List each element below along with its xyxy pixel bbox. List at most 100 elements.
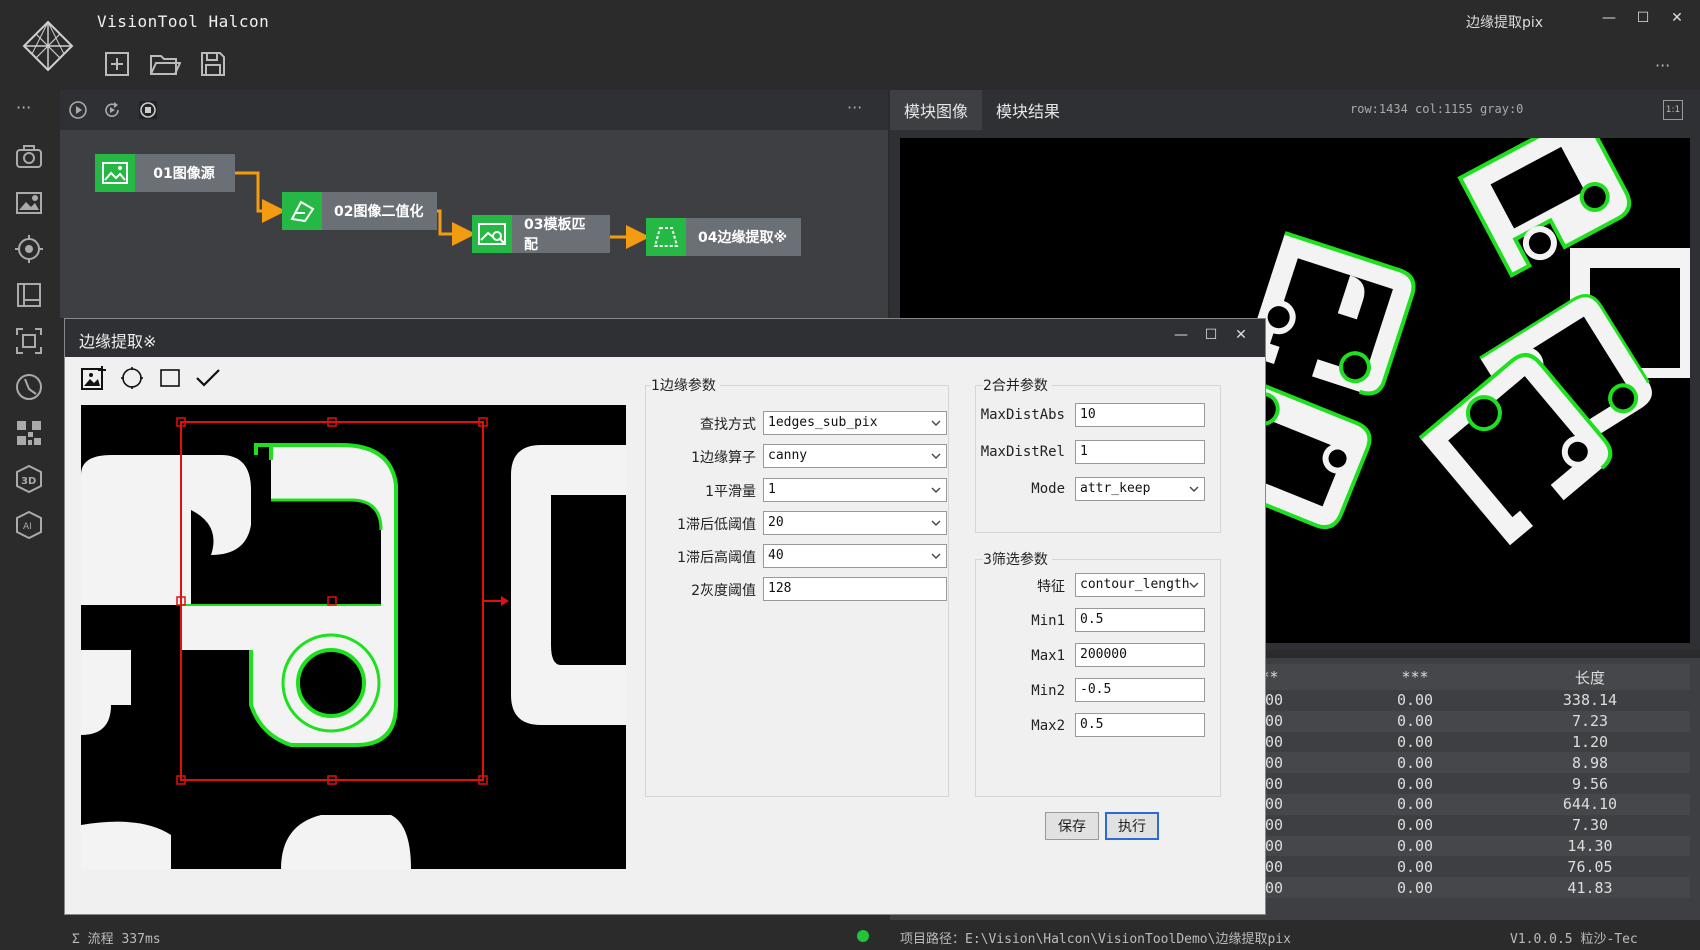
svg-text:AI: AI	[23, 522, 32, 532]
select-value: 40	[768, 548, 784, 563]
title-bar: VisionTool Halcon 边缘提取pix — ☐ ✕ ···	[0, 0, 1700, 90]
field-label: 查找方式	[700, 417, 756, 433]
select-value: contour_length	[1080, 577, 1190, 592]
table-cell: 0.00	[1396, 774, 1434, 793]
table-cell: 0.00	[1396, 857, 1434, 876]
table-cell: 76.05	[1567, 857, 1613, 876]
select-value: attr_keep	[1080, 481, 1151, 496]
dialog-image-canvas	[81, 405, 626, 869]
compass-icon	[16, 374, 42, 400]
column-header[interactable]: ***	[1340, 664, 1490, 690]
table-cell: 644.10	[1490, 793, 1690, 815]
maximize-button[interactable]: ☐	[1634, 10, 1652, 26]
dialog-minimize-button[interactable]: —	[1173, 327, 1189, 343]
max2-input[interactable]: 0.5	[1075, 713, 1205, 737]
max1-input[interactable]: 200000	[1075, 643, 1205, 667]
feature-select[interactable]: contour_length	[1075, 573, 1205, 597]
dialog-window-controls: — ☐ ✕	[1173, 327, 1249, 343]
max-dist-rel-input[interactable]: 1	[1075, 440, 1205, 464]
sidebar-camera[interactable]	[12, 140, 46, 174]
fit-1-1-button[interactable]: 1:1	[1663, 100, 1683, 120]
confirm-roi-button[interactable]	[193, 363, 223, 393]
table-cell: 8.98	[1490, 752, 1690, 774]
table-cell: 0.00	[1340, 710, 1490, 732]
tool-sidebar: ··· 3D AI	[0, 90, 58, 920]
edge-operator-select[interactable]: canny	[763, 444, 947, 468]
column-header[interactable]: 长度	[1490, 664, 1690, 690]
run-button[interactable]: 执行	[1105, 812, 1159, 840]
max-dist-abs-input[interactable]: 10	[1075, 403, 1205, 427]
field-label: 1滞后低阈值	[677, 517, 756, 533]
minimize-button[interactable]: —	[1600, 10, 1618, 26]
file-toolbar	[100, 48, 230, 80]
camera-icon	[16, 145, 42, 168]
flow-edge-1	[234, 171, 286, 223]
edge-extract-dialog: 边缘提取※ — ☐ ✕ 1边缘参数 查找方式 1edges_sub_pix 1边…	[64, 318, 1266, 915]
dialog-title-bar[interactable]: 边缘提取※ — ☐ ✕	[65, 319, 1265, 357]
smoothing-select[interactable]: 1	[763, 478, 947, 502]
flow-node-template-match[interactable]: 03模板匹配	[472, 215, 610, 253]
edge-params-title: 1边缘参数	[651, 375, 720, 395]
sidebar-ruler[interactable]	[12, 278, 46, 312]
dialog-maximize-button[interactable]: ☐	[1203, 327, 1219, 343]
min1-input[interactable]: 0.5	[1075, 608, 1205, 632]
flow-node-label: 02图像二值化	[334, 204, 424, 220]
ruler-icon	[17, 283, 41, 307]
circle-roi-icon	[121, 367, 143, 389]
flow-time: Σ 流程 337ms	[72, 932, 161, 947]
flow-connectors	[234, 171, 650, 249]
title-more-button[interactable]: ···	[1655, 56, 1670, 75]
3d-icon: 3D	[16, 464, 42, 494]
chevron-down-icon	[1189, 582, 1199, 588]
gray-threshold-input[interactable]: 128	[763, 577, 947, 601]
new-file-button[interactable]	[100, 48, 134, 80]
field-label: MaxDistRel	[980, 444, 1065, 460]
sidebar-3d[interactable]: 3D	[12, 462, 46, 496]
status-indicator	[857, 930, 869, 942]
flow-node-image-source[interactable]: 01图像源	[95, 154, 235, 192]
rectangle-roi-button[interactable]	[155, 363, 185, 393]
dialog-image-view[interactable]	[81, 405, 626, 869]
table-cell: 0.00	[1340, 752, 1490, 774]
high-threshold-select[interactable]: 40	[763, 544, 947, 568]
tab-module-result[interactable]: 模块结果	[982, 90, 1074, 130]
frame-select-icon	[16, 328, 42, 354]
sidebar-more-button[interactable]: ···	[16, 98, 31, 117]
sidebar-image-settings[interactable]	[12, 186, 46, 220]
dialog-close-button[interactable]: ✕	[1233, 327, 1249, 343]
sidebar-ai[interactable]: AI	[12, 508, 46, 542]
min2-input[interactable]: -0.5	[1075, 678, 1205, 702]
circle-roi-button[interactable]	[117, 363, 147, 393]
table-cell: 0.00	[1396, 691, 1434, 710]
sidebar-qr-code[interactable]	[12, 416, 46, 450]
mode-select[interactable]: attr_keep	[1075, 477, 1205, 501]
image-settings-icon	[16, 192, 42, 214]
field-label: Min2	[1031, 683, 1065, 699]
select-value: 1edges_sub_pix	[768, 415, 878, 430]
sidebar-frame-select[interactable]	[12, 324, 46, 358]
sidebar-target[interactable]	[12, 232, 46, 266]
table-cell: 338.14	[1562, 691, 1618, 710]
load-image-button[interactable]	[79, 363, 109, 393]
low-threshold-select[interactable]: 20	[763, 511, 947, 535]
flow-node-binarize[interactable]: 02图像二值化	[282, 192, 438, 230]
save-file-button[interactable]	[196, 48, 230, 80]
table-cell: 0.00	[1396, 816, 1434, 835]
status-bar: Σ 流程 337ms 项目路径：E:\Vision\Halcon\VisionT…	[60, 922, 1700, 950]
search-mode-select[interactable]: 1edges_sub_pix	[763, 411, 947, 435]
open-folder-button[interactable]	[148, 48, 182, 80]
chevron-down-icon	[931, 520, 941, 526]
table-cell: 1.20	[1571, 732, 1609, 751]
merge-params-title: 2合并参数	[983, 375, 1052, 395]
svg-text:3D: 3D	[21, 476, 36, 487]
image-icon	[95, 154, 135, 192]
table-cell: 9.56	[1571, 774, 1609, 793]
save-icon	[201, 52, 225, 76]
table-cell: 0.00	[1340, 877, 1490, 898]
tab-module-image[interactable]: 模块图像	[890, 90, 983, 130]
field-label: Max2	[1031, 718, 1065, 734]
close-button[interactable]: ✕	[1668, 10, 1686, 26]
flow-node-edge-extract[interactable]: 04边缘提取※	[646, 218, 802, 256]
save-button[interactable]: 保存	[1045, 812, 1099, 840]
sidebar-compass[interactable]	[12, 370, 46, 404]
